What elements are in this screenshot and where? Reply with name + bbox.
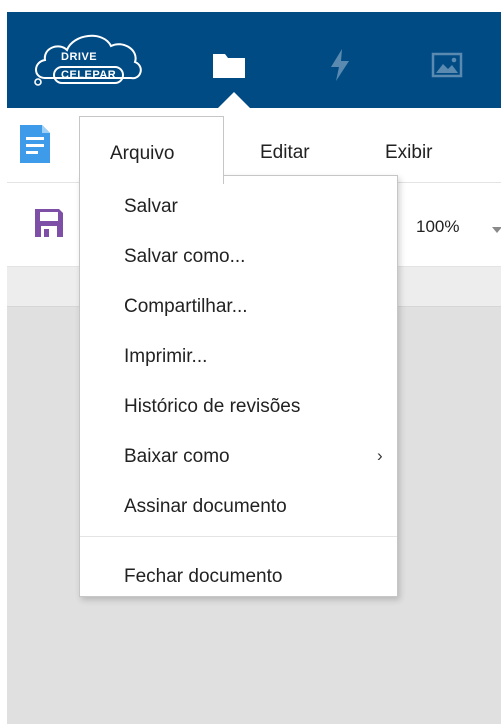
folder-icon[interactable] <box>211 50 247 85</box>
menu-arquivo-label: Arquivo <box>110 143 175 164</box>
menu-option-fechar[interactable]: Fechar documento <box>124 566 282 588</box>
app-header: DRIVE CELEPAR <box>7 12 501 109</box>
menu-option-salvar-como[interactable]: Salvar como... <box>124 246 245 268</box>
zoom-dropdown-icon[interactable] <box>492 227 501 233</box>
left-gutter <box>0 0 7 724</box>
menu-exibir[interactable]: Exibir <box>385 142 433 164</box>
file-menu-dropdown: Salvar Salvar como... Compartilhar... Im… <box>79 175 398 597</box>
submenu-arrow-icon: › <box>377 446 383 465</box>
lightning-icon[interactable] <box>329 48 351 87</box>
image-icon[interactable] <box>431 52 463 83</box>
save-icon[interactable] <box>33 207 65 244</box>
document-icon <box>18 123 52 170</box>
menu-option-imprimir[interactable]: Imprimir... <box>124 346 207 368</box>
logo-text-celepar: CELEPAR <box>53 66 125 84</box>
menu-option-baixar-como[interactable]: Baixar como <box>124 446 230 468</box>
menu-bar: Arquivo Editar Exibir <box>7 108 501 184</box>
menu-arquivo[interactable]: Arquivo <box>79 116 224 184</box>
menu-option-historico[interactable]: Histórico de revisões <box>124 396 300 418</box>
active-nav-pointer <box>217 92 251 109</box>
menu-separator <box>80 536 397 537</box>
menu-option-assinar[interactable]: Assinar documento <box>124 496 287 518</box>
menu-option-compartilhar[interactable]: Compartilhar... <box>124 296 248 318</box>
drive-celepar-logo[interactable]: DRIVE CELEPAR <box>31 26 146 88</box>
menu-option-salvar[interactable]: Salvar <box>124 196 178 218</box>
menu-editar[interactable]: Editar <box>260 142 310 164</box>
zoom-level[interactable]: 100% <box>416 217 459 237</box>
logo-text-drive: DRIVE <box>61 51 98 63</box>
